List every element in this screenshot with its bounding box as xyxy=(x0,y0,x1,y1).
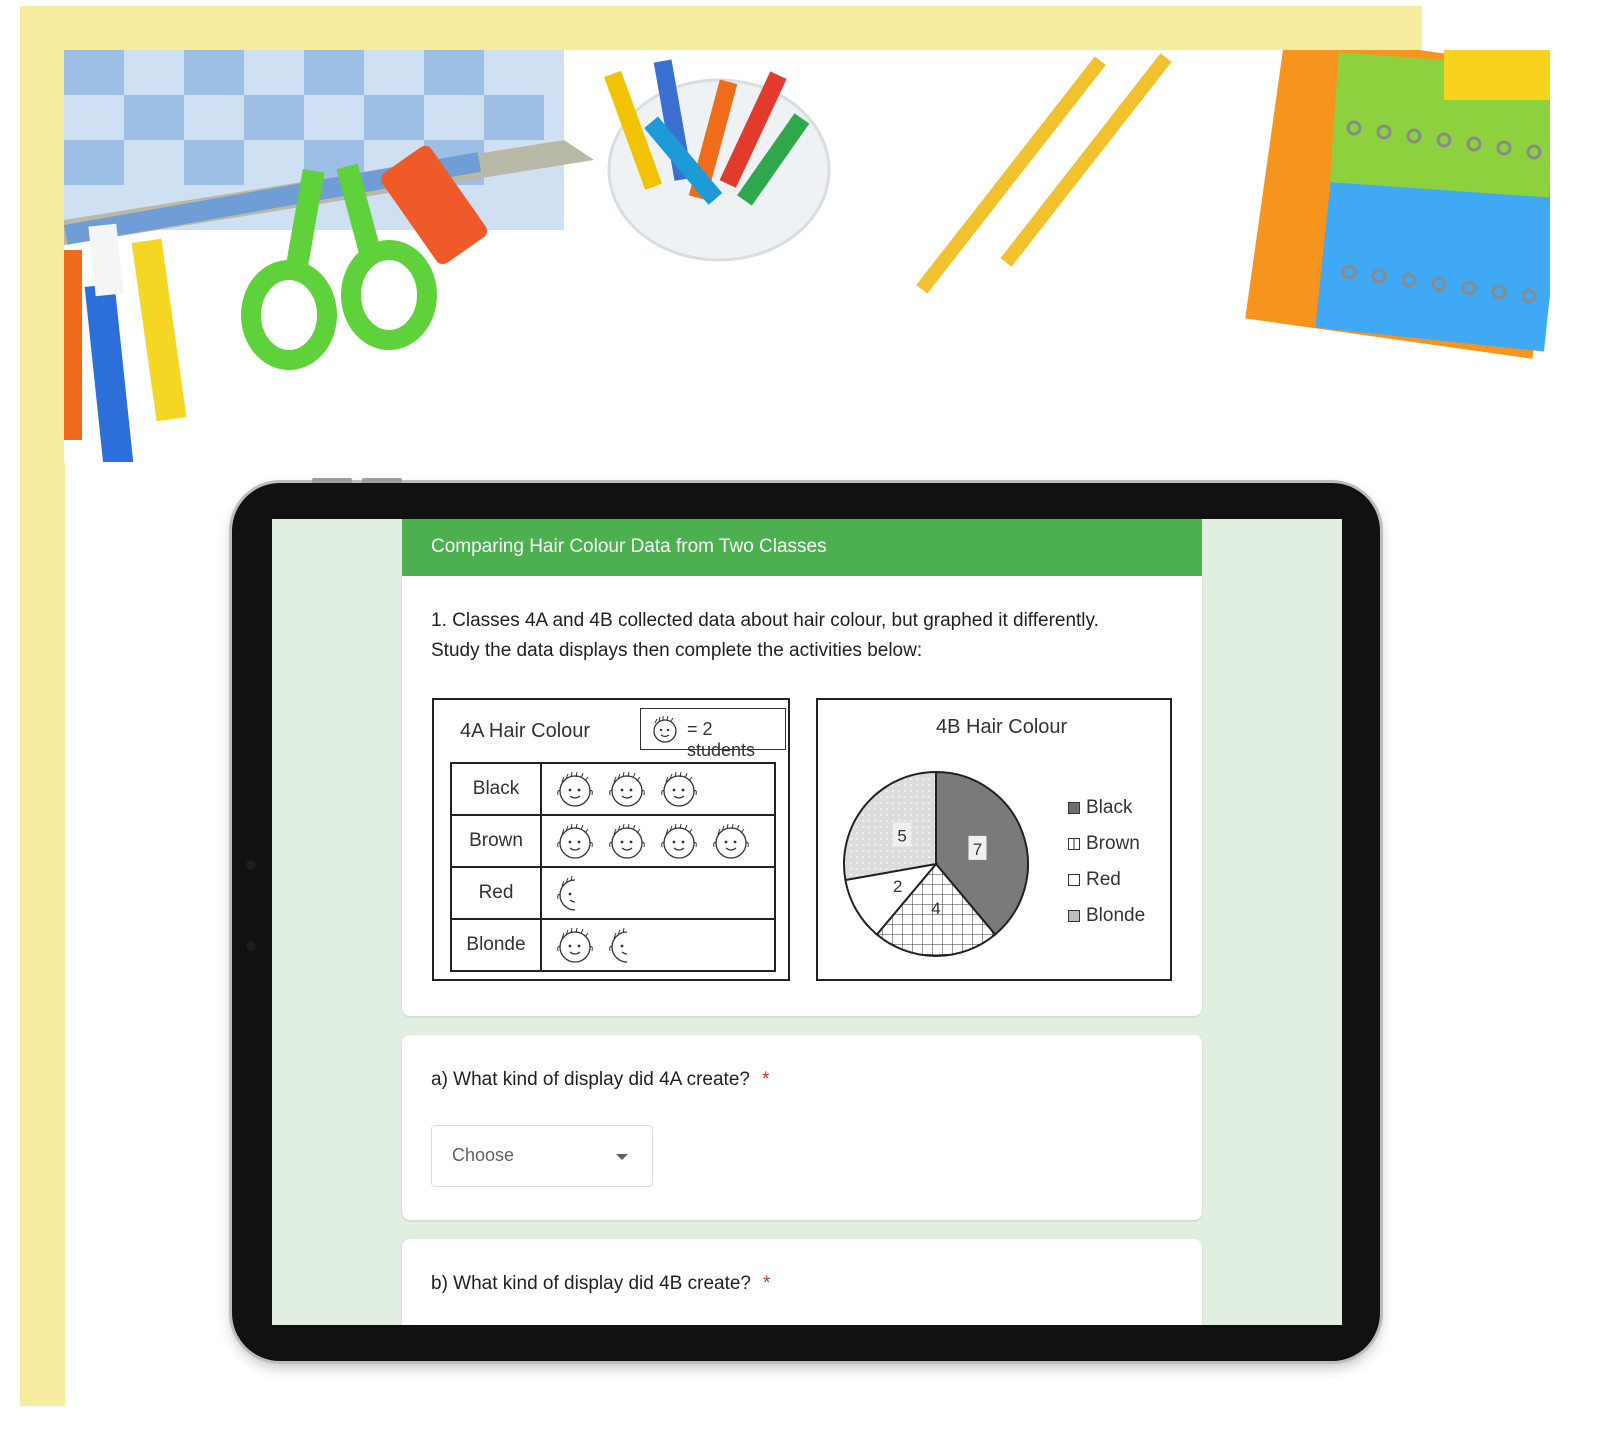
question-b-label: b) What kind of display did 4B create? xyxy=(431,1273,752,1294)
pie-slice-blonde xyxy=(843,770,937,882)
pictograph-row: Brown xyxy=(452,816,774,868)
tablet-volume-button xyxy=(312,478,352,483)
intro-line-2: Study the data displays then complete th… xyxy=(431,640,923,661)
pictograph-4a: 4A Hair Colour = 2 students Black Brown … xyxy=(432,698,790,981)
pictograph-label: Black xyxy=(452,764,542,814)
tablet-screen: Comparing Hair Colour Data from Two Clas… xyxy=(272,519,1342,1325)
legend-item: Brown xyxy=(1068,826,1145,862)
form-header: Comparing Hair Colour Data from Two Clas… xyxy=(402,519,1202,576)
dropdown-arrow-icon xyxy=(616,1154,628,1160)
pie-value-label: 2 xyxy=(893,877,902,896)
pictograph-symbols xyxy=(542,764,774,814)
pie-title: 4B Hair Colour xyxy=(936,716,1068,738)
pencil-case-icon xyxy=(64,50,594,245)
dropdown-value: Choose xyxy=(452,1145,515,1165)
legend-label: Brown xyxy=(1086,833,1140,854)
question-a-card: a) What kind of display did 4A create? * … xyxy=(402,1035,1202,1220)
sensor-icon xyxy=(246,941,256,951)
school-supplies-image xyxy=(64,50,1550,462)
pie-value-label: 4 xyxy=(931,899,940,918)
pictograph-table: Black Brown Red Blonde xyxy=(450,762,776,972)
data-display-card: 1. Classes 4A and 4B collected data abou… xyxy=(402,576,1202,1016)
intro-line-1: 1. Classes 4A and 4B collected data abou… xyxy=(431,610,1099,631)
face-icon xyxy=(557,771,593,807)
face-icon xyxy=(557,823,593,859)
legend-item: Blonde xyxy=(1068,898,1145,934)
legend-label: Black xyxy=(1086,797,1133,818)
question-a-label: a) What kind of display did 4A create? xyxy=(431,1069,750,1090)
half-face-icon xyxy=(609,927,627,963)
required-asterisk: * xyxy=(763,1273,771,1294)
yellow-frame-left xyxy=(20,6,65,1406)
pie-value-label: 7 xyxy=(973,840,982,859)
pie-value-label: 5 xyxy=(897,827,906,846)
half-face-icon xyxy=(557,875,575,911)
pictograph-title: 4A Hair Colour xyxy=(460,720,591,742)
pictograph-row: Blonde xyxy=(452,920,774,970)
face-icon xyxy=(609,823,645,859)
pictograph-symbols xyxy=(542,816,774,866)
form-title: Comparing Hair Colour Data from Two Clas… xyxy=(431,536,827,557)
face-icon xyxy=(713,823,749,859)
camera-icon xyxy=(246,860,256,870)
question-a-text: a) What kind of display did 4A create? * xyxy=(431,1065,769,1095)
tablet-power-button xyxy=(362,478,402,483)
face-icon xyxy=(653,715,677,743)
pictograph-row: Black xyxy=(452,764,774,816)
legend-label: Red xyxy=(1086,869,1121,890)
pie-chart-4b: 4B Hair Colour 7 4 2 5 Black Brown Red Blon… xyxy=(816,698,1172,981)
legend-item: Red xyxy=(1068,862,1145,898)
question-a-dropdown[interactable]: Choose xyxy=(431,1125,653,1187)
pie-legend: Black Brown Red Blonde xyxy=(1068,790,1145,934)
pictograph-row: Red xyxy=(452,868,774,920)
face-icon xyxy=(557,927,593,963)
question-b-text: b) What kind of display did 4B create? * xyxy=(431,1269,770,1299)
legend-label: Blonde xyxy=(1086,905,1146,926)
tablet-device: Comparing Hair Colour Data from Two Clas… xyxy=(232,478,1380,1361)
pictograph-key: = 2 students xyxy=(640,708,786,760)
pie-chart-svg: 7 4 2 5 xyxy=(843,770,1029,957)
face-icon xyxy=(661,771,697,807)
face-icon xyxy=(661,823,697,859)
pictograph-label: Red xyxy=(452,868,542,918)
pictograph-key-text: = 2 students xyxy=(687,719,756,760)
pictograph-symbols xyxy=(542,920,774,970)
pictograph-symbols xyxy=(542,868,774,918)
legend-item: Black xyxy=(1068,790,1145,826)
yellow-frame-top xyxy=(20,6,1422,51)
required-asterisk: * xyxy=(761,1069,770,1090)
face-icon xyxy=(609,771,645,807)
question-b-card: b) What kind of display did 4B create? * xyxy=(402,1239,1202,1325)
pictograph-label: Blonde xyxy=(452,920,542,970)
pictograph-label: Brown xyxy=(452,816,542,866)
